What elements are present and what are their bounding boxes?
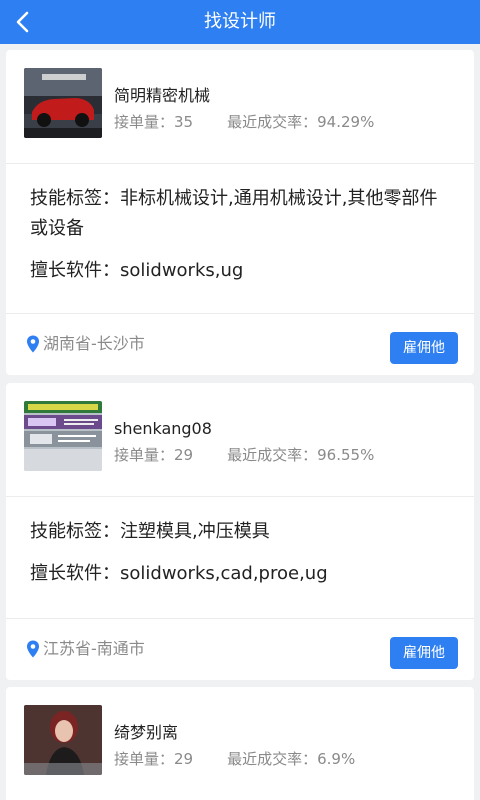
designer-footer: 江苏省-南通市 雇佣他 (6, 618, 474, 680)
rate-value: 6.9% (317, 750, 356, 768)
designer-card[interactable]: shenkang08 接单量：29 最近成交率：96.55% 技能标签：注塑模具,… (6, 383, 474, 680)
software-label: 擅长软件： (30, 260, 120, 281)
avatar[interactable] (24, 401, 102, 471)
designer-footer: 湖南省-长沙市 雇佣他 (6, 313, 474, 375)
orders-label: 接单量： (114, 750, 175, 768)
designer-stats: 接单量：29 最近成交率：6.9% (114, 749, 355, 769)
software-line: 擅长软件：solidworks,cad,proe,ug (30, 559, 444, 589)
location: 湖南省-长沙市 (26, 334, 145, 354)
designer-header: shenkang08 接单量：29 最近成交率：96.55% (6, 383, 474, 497)
hire-button[interactable]: 雇佣他 (390, 332, 458, 364)
orders-count: 29 (174, 446, 194, 464)
skills-value: 注塑模具,冲压模具 (120, 521, 270, 542)
designer-card[interactable]: 绮梦别离 接单量：29 最近成交率：6.9% (6, 687, 474, 800)
designer-stats: 接单量：35 最近成交率：94.29% (114, 112, 374, 132)
software-line: 擅长软件：solidworks,ug (30, 256, 444, 286)
top-bar: 找设计师 (0, 0, 480, 44)
designer-header: 简明精密机械 接单量：35 最近成交率：94.29% (6, 50, 474, 164)
software-value: solidworks,ug (120, 260, 244, 281)
location: 江苏省-南通市 (26, 639, 145, 659)
orders-label: 接单量： (114, 446, 175, 464)
designer-card[interactable]: 简明精密机械 接单量：35 最近成交率：94.29% 技能标签：非标机械设计,通用… (6, 50, 474, 375)
orders-count: 29 (174, 750, 194, 768)
software-value: solidworks,cad,proe,ug (120, 563, 328, 584)
avatar[interactable] (24, 705, 102, 775)
rate-value: 94.29% (317, 113, 375, 131)
map-pin-icon (26, 640, 40, 658)
avatar[interactable] (24, 68, 102, 138)
map-pin-icon (26, 335, 40, 353)
rate-label: 最近成交率： (227, 113, 318, 131)
location-text: 湖南省-长沙市 (43, 334, 145, 353)
designer-header: 绮梦别离 接单量：29 最近成交率：6.9% (6, 687, 474, 800)
software-label: 擅长软件： (30, 563, 120, 584)
orders-label: 接单量： (114, 113, 175, 131)
location-text: 江苏省-南通市 (43, 639, 145, 658)
rate-label: 最近成交率： (227, 446, 318, 464)
designer-details: 技能标签：注塑模具,冲压模具 擅长软件：solidworks,cad,proe,… (6, 497, 474, 589)
designer-stats: 接单量：29 最近成交率：96.55% (114, 445, 374, 465)
designer-name: 绮梦别离 (114, 723, 179, 742)
skills-line: 技能标签：注塑模具,冲压模具 (30, 517, 444, 547)
hire-button[interactable]: 雇佣他 (390, 637, 458, 669)
orders-count: 35 (174, 113, 194, 131)
skills-label: 技能标签： (30, 521, 120, 542)
skills-label: 技能标签： (30, 188, 120, 209)
skills-line: 技能标签：非标机械设计,通用机械设计,其他零部件或设备 (30, 184, 444, 244)
rate-value: 96.55% (317, 446, 375, 464)
designer-name: 简明精密机械 (114, 86, 211, 105)
rate-label: 最近成交率： (227, 750, 318, 768)
designer-name: shenkang08 (114, 419, 212, 438)
page-title: 找设计师 (204, 11, 276, 32)
designer-details: 技能标签：非标机械设计,通用机械设计,其他零部件或设备 擅长软件：solidwo… (6, 164, 474, 286)
